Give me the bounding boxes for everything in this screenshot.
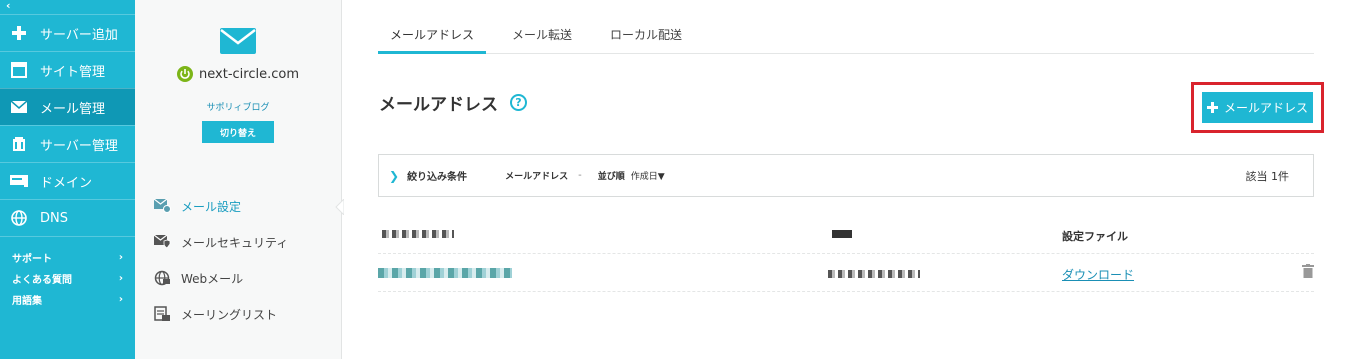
sort-label: 並び順 (597, 172, 625, 182)
highlight-frame: メールアドレス (1191, 82, 1324, 133)
nav-link-faq[interactable]: よくある質問 › (0, 268, 135, 289)
main-content: メールアドレス メール転送 ローカル配送 メールアドレス ? メールアドレス ❯… (342, 0, 1362, 359)
help-icon[interactable]: ? (510, 94, 527, 111)
page-title: メールアドレス ? (379, 90, 527, 115)
nav-item-dns[interactable]: DNS (0, 199, 135, 236)
blog-name-link[interactable]: サポリィブログ (135, 100, 341, 113)
mailing-list-icon (153, 306, 171, 322)
column-header-config-file: 設定ファイル (1062, 230, 1128, 243)
tab-local-delivery[interactable]: ローカル配送 (598, 22, 694, 54)
collapse-nav-button[interactable]: ‹ (0, 0, 135, 14)
add-mail-address-button[interactable]: メールアドレス (1202, 92, 1313, 123)
webmail-icon (153, 270, 171, 286)
filter-mail-value: - (578, 170, 582, 181)
domain-icon (10, 172, 28, 190)
menu-item-webmail[interactable]: Webメール (135, 260, 341, 296)
menu-item-mailing-list[interactable]: メーリングリスト (135, 296, 341, 332)
table-row: ダウンロード (378, 254, 1314, 292)
nav-item-add-server[interactable]: サーバー追加 (0, 14, 135, 51)
nav-item-label: サーバー管理 (40, 138, 118, 154)
plus-icon (1206, 102, 1218, 113)
nav-item-label: サイト管理 (40, 64, 106, 80)
menu-item-mail-settings[interactable]: メール設定 (135, 188, 341, 224)
trash-icon[interactable] (1302, 264, 1314, 281)
chevron-right-icon[interactable]: ❯ (389, 169, 399, 183)
filter-bar[interactable]: ❯ 絞り込み条件 メールアドレス - 並び順 作成日▼ 該当 1件 (378, 154, 1314, 197)
nav-item-domain[interactable]: ドメイン (0, 162, 135, 199)
chevron-right-icon: › (118, 273, 123, 284)
mail-address-table: 設定ファイル ダウンロード (378, 216, 1314, 292)
nav-help-links: サポート › よくある質問 › 用語集 › (0, 236, 135, 310)
table-header: 設定ファイル (378, 216, 1314, 254)
column-header-blurred (832, 228, 852, 241)
server-domain: next-circle.com (199, 66, 299, 82)
menu-item-mail-security[interactable]: メールセキュリティ (135, 224, 341, 260)
chevron-right-icon: › (118, 252, 123, 263)
mail-address-blurred[interactable] (378, 268, 512, 281)
filter-label: 絞り込み条件 (407, 172, 468, 183)
sort-value[interactable]: 作成日▼ (631, 169, 665, 182)
nav-item-label: メール管理 (40, 101, 106, 117)
plus-icon (10, 24, 28, 42)
mail-security-icon (153, 235, 171, 249)
switch-button[interactable]: 切り替え (202, 121, 274, 143)
globe-icon (10, 209, 28, 227)
mail-icon (220, 28, 256, 54)
tab-mail-address[interactable]: メールアドレス (378, 22, 487, 54)
nav-item-label: ドメイン (40, 175, 93, 191)
main-nav: ‹ サーバー追加 サイト管理 メール管理 サーバー管理 ドメイン DNS サポー… (0, 0, 135, 359)
column-header-blurred (382, 228, 454, 241)
mail-icon (10, 98, 28, 116)
mail-submenu: メール設定 メールセキュリティ Webメール メーリングリスト (135, 188, 341, 332)
mail-settings-icon (153, 199, 171, 213)
server-panel: next-circle.com サポリィブログ 切り替え メール設定 メールセキ… (135, 0, 342, 359)
nav-item-label: サーバー追加 (40, 27, 118, 43)
chevron-right-icon: › (118, 294, 123, 305)
server-icon (10, 135, 28, 153)
tab-mail-forwarding[interactable]: メール転送 (500, 22, 584, 54)
nav-link-support[interactable]: サポート › (0, 247, 135, 268)
mail-tabs: メールアドレス メール転送 ローカル配送 (378, 22, 1314, 54)
nav-link-glossary[interactable]: 用語集 › (0, 289, 135, 310)
power-status-icon (177, 66, 194, 82)
filter-mail-label: メールアドレス (505, 172, 569, 182)
nav-item-server-management[interactable]: サーバー管理 (0, 125, 135, 162)
nav-item-label: DNS (40, 210, 68, 226)
download-link[interactable]: ダウンロード (1062, 266, 1134, 283)
nav-item-site-management[interactable]: サイト管理 (0, 51, 135, 88)
window-icon (10, 61, 28, 79)
result-count: 該当 1件 (1245, 169, 1290, 183)
nav-item-mail-management[interactable]: メール管理 (0, 88, 135, 125)
mail-details-blurred (828, 268, 920, 281)
